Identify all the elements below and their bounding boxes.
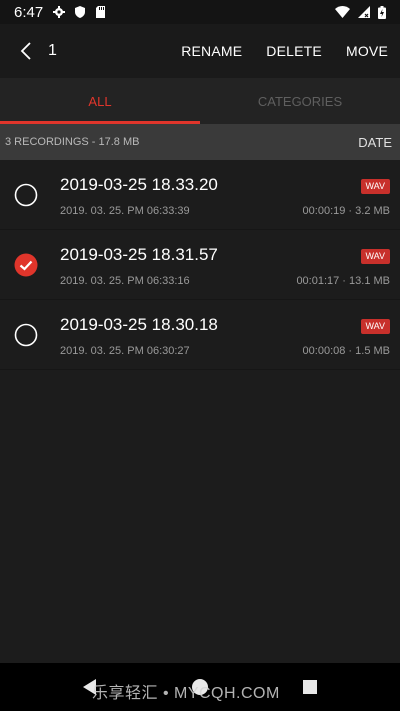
chevron-left-icon <box>20 42 31 60</box>
recording-title: 2019-03-25 18.33.20 <box>60 175 218 194</box>
format-badge: WAV <box>360 179 390 194</box>
watermark-text: 乐享轻汇 • MYCQH.COM <box>92 685 280 702</box>
status-bar: 6:47 <box>0 0 400 24</box>
signal-icon <box>358 6 370 18</box>
recording-date: 2019. 03. 25. PM 06:30:27 <box>60 345 190 357</box>
recording-row[interactable]: 2019-03-25 18.30.18 WAV 2019. 03. 25. PM… <box>0 300 400 370</box>
recording-date: 2019. 03. 25. PM 06:33:39 <box>60 205 190 217</box>
action-group: RENAME DELETE MOVE <box>169 43 400 59</box>
recordings-list: 2019-03-25 18.33.20 WAV 2019. 03. 25. PM… <box>0 160 400 370</box>
recording-duration-size: 00:00:08 · 1.5 MB <box>302 345 390 357</box>
sort-by-date-button[interactable]: DATE <box>358 135 392 150</box>
recording-row[interactable]: 2019-03-25 18.33.20 WAV 2019. 03. 25. PM… <box>0 160 400 230</box>
recording-date: 2019. 03. 25. PM 06:33:16 <box>60 275 190 287</box>
tab-categories[interactable]: CATEGORIES <box>200 78 400 124</box>
status-time: 6:47 <box>14 3 44 21</box>
recording-info: 2019-03-25 18.30.18 WAV 2019. 03. 25. PM… <box>60 300 390 369</box>
recording-duration-size: 00:01:17 · 13.1 MB <box>296 275 390 287</box>
recording-duration-size: 00:00:19 · 3.2 MB <box>302 205 390 217</box>
delete-button[interactable]: DELETE <box>254 43 334 59</box>
tab-all[interactable]: ALL <box>0 78 200 124</box>
move-button[interactable]: MOVE <box>334 43 400 59</box>
battery-icon <box>378 5 386 19</box>
selected-count: 1 <box>48 42 57 59</box>
sd-card-icon <box>96 6 106 18</box>
status-left-icons <box>53 6 107 18</box>
app-bar: 1 RENAME DELETE MOVE <box>0 24 400 78</box>
recording-row[interactable]: 2019-03-25 18.31.57 WAV 2019. 03. 25. PM… <box>0 230 400 300</box>
back-button[interactable] <box>16 41 36 61</box>
recording-info: 2019-03-25 18.31.57 WAV 2019. 03. 25. PM… <box>60 230 390 299</box>
gear-icon <box>53 6 66 18</box>
nav-recents-icon[interactable] <box>300 677 320 697</box>
recordings-summary-bar: 3 RECORDINGS - 17.8 MB DATE <box>0 124 400 160</box>
format-badge: WAV <box>360 319 390 334</box>
wifi-icon <box>335 6 350 18</box>
recording-title: 2019-03-25 18.30.18 <box>60 315 218 334</box>
recording-info: 2019-03-25 18.33.20 WAV 2019. 03. 25. PM… <box>60 160 390 229</box>
tab-bar: ALL CATEGORIES <box>0 78 400 124</box>
unchecked-circle-icon[interactable] <box>14 323 38 347</box>
status-right-icons <box>335 5 386 19</box>
checked-circle-icon[interactable] <box>14 253 38 277</box>
unchecked-circle-icon[interactable] <box>14 183 38 207</box>
format-badge: WAV <box>360 249 390 264</box>
rename-button[interactable]: RENAME <box>169 43 254 59</box>
recordings-summary: 3 RECORDINGS - 17.8 MB <box>5 136 140 148</box>
shield-icon <box>75 6 86 18</box>
recording-title: 2019-03-25 18.31.57 <box>60 245 218 264</box>
